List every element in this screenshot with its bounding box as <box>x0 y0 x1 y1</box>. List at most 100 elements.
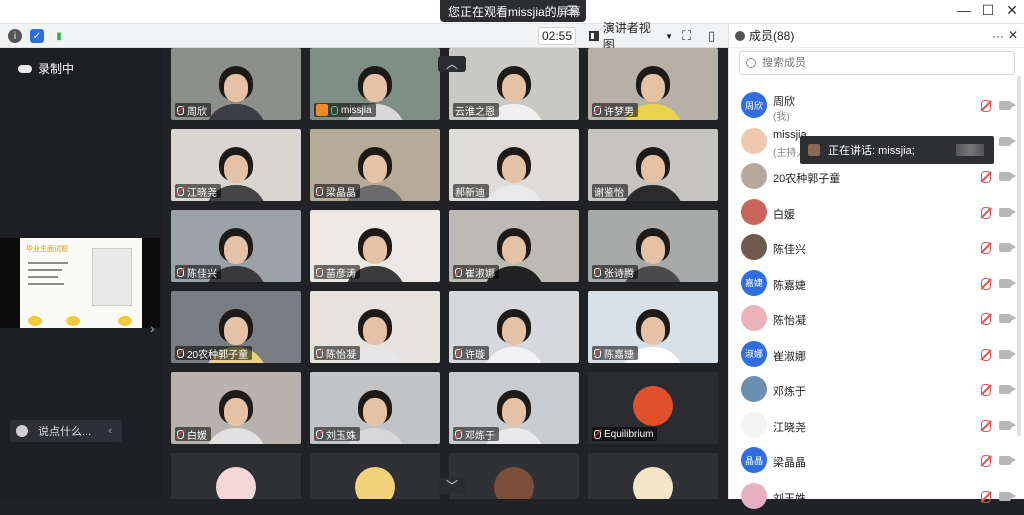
avatar: 嘉婕 <box>741 269 767 296</box>
chevron-left-icon[interactable]: ‹ <box>108 425 112 437</box>
left-pane: 录制中 毕业生面试题 › 说点什么... ‹ <box>0 48 162 499</box>
close-panel-icon[interactable]: ✕ <box>1008 28 1018 42</box>
microphone-muted-icon[interactable] <box>981 171 991 183</box>
video-tile[interactable]: 陈佳兴 <box>171 210 301 282</box>
microphone-muted-icon <box>177 429 184 439</box>
microphone-muted-icon[interactable] <box>981 242 991 254</box>
video-tile[interactable] <box>449 453 579 499</box>
participant-name-tag: 许梦男 <box>592 103 638 118</box>
chevron-down-icon[interactable]: ﹀ <box>438 478 466 494</box>
microphone-muted-icon <box>455 267 462 277</box>
camera-icon[interactable] <box>999 278 1016 288</box>
fullscreen-icon[interactable]: ⛶ <box>682 28 691 44</box>
camera-icon[interactable] <box>999 172 1016 181</box>
member-row[interactable]: 江晓尧 <box>729 408 1024 444</box>
recording-label: 录制中 <box>38 62 75 76</box>
member-search[interactable] <box>739 51 1015 75</box>
screen-share-status[interactable]: 您正在观看missjia的屏幕 ☰ <box>440 0 586 22</box>
member-list-scrollbar[interactable] <box>1017 76 1021 436</box>
signal-icon[interactable]: ▮ <box>52 29 66 43</box>
member-row[interactable]: 邓炼于 <box>729 372 1024 408</box>
video-tile[interactable]: 张诗腾 <box>588 210 718 282</box>
participant-name: Equilibrium <box>604 428 654 440</box>
camera-icon[interactable] <box>999 456 1016 465</box>
member-row[interactable]: 晶晶 梁晶晶 <box>729 443 1024 479</box>
participant-name-tag: 周欣 <box>175 103 211 118</box>
camera-icon[interactable] <box>999 385 1016 394</box>
video-tile[interactable]: 云淮之恩 <box>449 48 579 120</box>
participant-video <box>622 309 684 363</box>
video-tile[interactable] <box>171 453 301 499</box>
member-name: 崔淑娜 <box>773 350 806 363</box>
video-tile[interactable]: Equilibrium <box>588 372 718 444</box>
chevron-up-icon[interactable]: ︿ <box>438 56 466 72</box>
microphone-muted-icon[interactable] <box>981 206 991 219</box>
participant-name: 邓炼于 <box>465 430 495 442</box>
microphone-muted-icon[interactable] <box>981 100 991 112</box>
emoji-icon[interactable] <box>16 425 28 437</box>
camera-icon[interactable] <box>999 243 1016 252</box>
camera-icon[interactable] <box>999 420 1016 430</box>
camera-icon[interactable] <box>999 101 1016 110</box>
sidebar-toggle-icon[interactable]: ▯ <box>708 28 715 44</box>
microphone-muted-icon[interactable] <box>981 455 991 467</box>
list-icon[interactable]: ☰ <box>566 3 578 19</box>
video-tile[interactable] <box>588 453 718 499</box>
maximize-icon[interactable]: ☐ <box>978 2 998 19</box>
close-icon[interactable]: ✕ <box>1002 2 1022 19</box>
microphone-muted-icon[interactable] <box>981 490 991 503</box>
microphone-muted-icon[interactable] <box>981 384 991 396</box>
member-row[interactable]: 白媛 <box>729 195 1024 231</box>
video-tile[interactable]: 梁晶晶 <box>310 129 440 201</box>
member-row[interactable]: 淑娜 崔淑娜 <box>729 337 1024 373</box>
chat-input[interactable]: 说点什么... ‹ <box>10 420 122 442</box>
video-tile[interactable]: 白媛 <box>171 372 301 444</box>
camera-icon[interactable] <box>999 207 1016 217</box>
video-tile[interactable] <box>310 453 440 499</box>
participant-name: 刘玉姝 <box>326 430 356 442</box>
microphone-muted-icon[interactable] <box>981 277 991 290</box>
video-tile[interactable]: 周欣 <box>171 48 301 120</box>
video-tile[interactable]: 许梦男 <box>588 48 718 120</box>
video-tile[interactable]: 20农种郭子童 <box>171 291 301 363</box>
video-tile[interactable]: 江晓尧 <box>171 129 301 201</box>
video-tile[interactable]: 陈怡凝 <box>310 291 440 363</box>
meeting-toolbar: i ✓ ▮ 02:55 演讲者视图 ▼ ⛶ ▯ <box>0 21 728 52</box>
member-row[interactable]: 刘玉姝 <box>729 479 1024 515</box>
video-tile[interactable]: 苗彦涛 <box>310 210 440 282</box>
shared-screen-thumbnail[interactable]: 毕业生面试题 <box>0 238 160 328</box>
camera-icon[interactable] <box>999 349 1016 359</box>
member-row[interactable]: 陈佳兴 <box>729 230 1024 266</box>
member-row[interactable]: 陈怡凝 <box>729 301 1024 337</box>
microphone-icon <box>331 105 338 115</box>
info-icon[interactable]: i <box>8 29 22 43</box>
video-tile[interactable]: 邓炼于 <box>449 372 579 444</box>
chevron-right-icon[interactable]: › <box>150 320 155 336</box>
video-tile[interactable]: 许璇 <box>449 291 579 363</box>
video-tile[interactable]: 谢鉴怡 <box>588 129 718 201</box>
participant-name-tag: missjia <box>314 103 376 117</box>
camera-icon[interactable] <box>999 136 1016 146</box>
camera-icon[interactable] <box>999 491 1016 501</box>
video-tile[interactable]: missjia <box>310 48 440 120</box>
participant-name: 梁晶晶 <box>326 187 356 199</box>
video-tile[interactable]: 刘玉姝 <box>310 372 440 444</box>
avatar-initials: 晶晶 <box>744 455 763 466</box>
minimize-icon[interactable]: — <box>954 2 974 18</box>
member-row[interactable]: 嘉婕 陈嘉婕 <box>729 266 1024 302</box>
microphone-muted-icon[interactable] <box>981 348 991 361</box>
camera-icon[interactable] <box>999 314 1016 323</box>
member-row[interactable]: 周欣 周欣 (我) <box>729 88 1024 124</box>
view-mode-dropdown[interactable]: 演讲者视图 ▼ <box>585 21 673 52</box>
participant-video <box>483 309 545 363</box>
member-search-input[interactable] <box>762 57 1002 69</box>
avatar <box>741 411 767 438</box>
video-tile[interactable]: 陈嘉婕 <box>588 291 718 363</box>
video-tile[interactable]: 郝新迪 <box>449 129 579 201</box>
video-tile[interactable]: 崔淑娜 <box>449 210 579 282</box>
microphone-muted-icon[interactable] <box>981 313 991 325</box>
member-row[interactable]: 20农种郭子童 <box>729 159 1024 195</box>
more-icon[interactable]: ··· <box>992 29 1004 43</box>
microphone-muted-icon[interactable] <box>981 419 991 432</box>
shield-icon[interactable]: ✓ <box>30 29 44 43</box>
